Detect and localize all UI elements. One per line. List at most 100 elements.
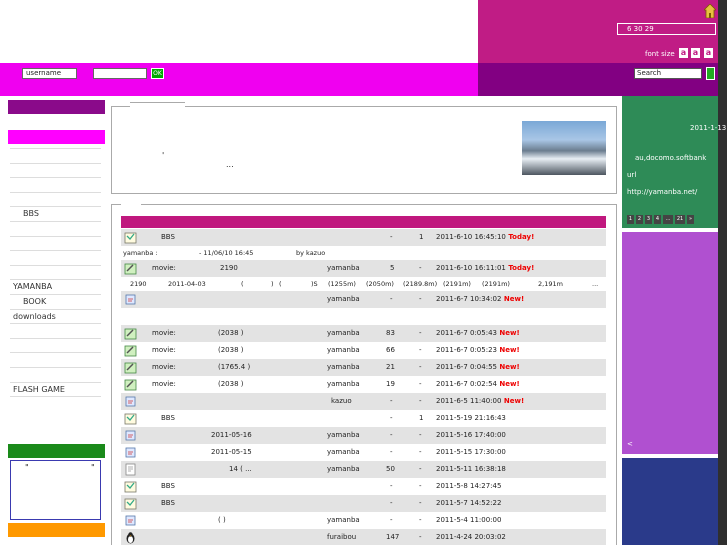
row-date: 2011-4-24 20:03:02 bbox=[436, 533, 506, 541]
page-link[interactable]: 1 bbox=[627, 215, 634, 224]
font-size-medium-button[interactable]: a bbox=[691, 48, 700, 58]
page-link[interactable]: 4 bbox=[654, 215, 661, 224]
sidebar-item[interactable] bbox=[10, 191, 101, 206]
sidebar-item[interactable] bbox=[10, 396, 101, 410]
table-row[interactable]: yamanba - - 2011-6-7 10:34:02 New! bbox=[121, 291, 606, 308]
movie-icon bbox=[124, 327, 137, 340]
sidebar-item[interactable]: BBS bbox=[10, 206, 101, 220]
sidebar-item[interactable]: downloads bbox=[10, 308, 101, 323]
bbs-icon bbox=[124, 480, 137, 493]
sidebar-item[interactable]: BOOK bbox=[10, 294, 101, 308]
doc-icon bbox=[124, 293, 137, 306]
table-row[interactable]: ( ) yamanba - - 2011-5-4 11:00:00 bbox=[121, 512, 606, 529]
row-date: 2011-5-11 16:38:18 bbox=[436, 465, 506, 473]
box-mark: " bbox=[25, 463, 29, 472]
table-row[interactable]: furaibou 147 - 2011-4-24 20:03:02 bbox=[121, 529, 606, 545]
sidebar-item[interactable] bbox=[10, 221, 101, 235]
row-count: - bbox=[419, 499, 422, 507]
sidebar-item[interactable] bbox=[10, 323, 101, 337]
sidebar-green-bar bbox=[8, 444, 105, 458]
table-row[interactable]: kazuo - - 2011-6-5 11:40:00 New! bbox=[121, 393, 606, 410]
side-panel-purple bbox=[622, 232, 718, 454]
font-size-label: font size bbox=[645, 50, 675, 58]
row-detail: ( ) bbox=[218, 516, 226, 524]
row-date: 2011-6-7 0:05:43 New! bbox=[436, 329, 520, 337]
row-date: 2011-6-7 10:34:02 New! bbox=[436, 295, 525, 303]
row-note: by kazuo bbox=[296, 249, 326, 257]
sidebar-item[interactable] bbox=[10, 352, 101, 366]
row-author: yamanba bbox=[327, 363, 360, 371]
password-input[interactable] bbox=[93, 68, 147, 79]
table-row[interactable]: BBS - 1 2011-6-10 16:45:10 Today! bbox=[121, 229, 606, 246]
home-icon[interactable] bbox=[703, 3, 717, 19]
row-title: movie: bbox=[152, 329, 176, 337]
bbs-icon bbox=[124, 412, 137, 425]
username-input[interactable]: username bbox=[22, 68, 77, 79]
page-link[interactable]: 3 bbox=[645, 215, 652, 224]
sidebar-item[interactable] bbox=[10, 250, 101, 264]
movie-icon bbox=[124, 262, 137, 275]
sidebar-item[interactable] bbox=[10, 177, 101, 191]
row-count: - bbox=[419, 295, 422, 303]
sidebar-accent-bar bbox=[8, 130, 105, 144]
table-row[interactable]: movie: (1765.4 ) yamanba 21 - 2011-6-7 0:04:5… bbox=[121, 359, 606, 376]
row-author: yamanba bbox=[327, 329, 360, 337]
row-note: ( bbox=[279, 280, 282, 288]
row-views: - bbox=[390, 431, 393, 439]
prev-arrow[interactable]: < bbox=[627, 440, 633, 448]
bbs-icon bbox=[124, 497, 137, 510]
row-title: BBS bbox=[161, 482, 175, 490]
status-badge: New! bbox=[496, 329, 520, 337]
search-button[interactable] bbox=[706, 67, 715, 80]
row-views: - bbox=[390, 233, 393, 241]
row-detail: 2011-05-16 bbox=[211, 431, 252, 439]
table-row[interactable]: BBS - - 2011-5-8 14:27:45 bbox=[121, 478, 606, 495]
row-note: (2189.8m) bbox=[403, 280, 438, 288]
table-row[interactable]: movie: 2190 yamanba 5 - 2011-6-10 16:11:01 To… bbox=[121, 260, 606, 277]
row-author: yamanba bbox=[327, 380, 360, 388]
sidebar-item[interactable]: YAMANBA bbox=[10, 279, 101, 293]
page-link[interactable]: 21 bbox=[675, 215, 685, 224]
sidebar-item[interactable] bbox=[10, 235, 101, 250]
row-note: (2191m) bbox=[443, 280, 471, 288]
row-note: - 11/06/10 16:45 bbox=[199, 249, 254, 257]
table-row[interactable]: BBS - - 2011-5-7 14:52:22 bbox=[121, 495, 606, 512]
page-link[interactable]: » bbox=[687, 215, 694, 224]
sidebar-item[interactable] bbox=[10, 264, 101, 279]
table-row[interactable]: 2011-05-15 yamanba - - 2011-5-15 17:30:00 bbox=[121, 444, 606, 461]
table-row[interactable]: 14 ( ... yamanba 50 - 2011-5-11 16:38:18 bbox=[121, 461, 606, 478]
font-size-large-button[interactable]: a bbox=[704, 48, 713, 58]
table-row[interactable]: BBS - 1 2011-5-19 21:16:43 bbox=[121, 410, 606, 427]
table-row[interactable]: 2011-05-16 yamanba - - 2011-5-16 17:40:00 bbox=[121, 427, 606, 444]
row-date: 2011-6-5 11:40:00 New! bbox=[436, 397, 525, 405]
row-note: ... bbox=[592, 280, 599, 288]
row-views: - bbox=[390, 516, 393, 524]
row-count: - bbox=[419, 465, 422, 473]
page-link[interactable]: 2 bbox=[636, 215, 643, 224]
info-url-link[interactable]: http://yamanba.net/ bbox=[627, 184, 706, 201]
table-row[interactable]: movie: (2038 ) yamanba 83 - 2011-6-7 0:05:43 … bbox=[121, 325, 606, 342]
box-mark: " bbox=[91, 463, 95, 472]
mountain-photo[interactable] bbox=[522, 121, 606, 175]
featured-caption bbox=[130, 102, 185, 109]
row-note: )S bbox=[311, 280, 318, 288]
sidebar-box: " " bbox=[10, 460, 101, 520]
page-link[interactable]: ... bbox=[663, 215, 673, 224]
sidebar-item[interactable] bbox=[10, 162, 101, 177]
doc-icon bbox=[124, 514, 137, 527]
status-badge: New! bbox=[501, 397, 525, 405]
font-size-small-button[interactable]: a bbox=[679, 48, 688, 58]
row-title: BBS bbox=[161, 414, 175, 422]
sidebar-item[interactable] bbox=[10, 337, 101, 352]
row-author: yamanba bbox=[327, 264, 360, 272]
row-title: BBS bbox=[161, 233, 175, 241]
table-row[interactable]: movie: (2038 ) yamanba 66 - 2011-6-7 0:05:23 … bbox=[121, 342, 606, 359]
row-title: movie: bbox=[152, 363, 176, 371]
sidebar-item[interactable]: FLASH GAME bbox=[10, 381, 101, 396]
login-ok-button[interactable]: OK bbox=[151, 68, 164, 79]
table-row[interactable]: movie: (2038 ) yamanba 19 - 2011-6-7 0:02:54 … bbox=[121, 376, 606, 393]
sidebar-item[interactable] bbox=[10, 367, 101, 381]
sidebar-item[interactable] bbox=[10, 148, 101, 162]
row-count: 1 bbox=[419, 414, 424, 422]
search-input[interactable]: Search bbox=[634, 68, 702, 79]
